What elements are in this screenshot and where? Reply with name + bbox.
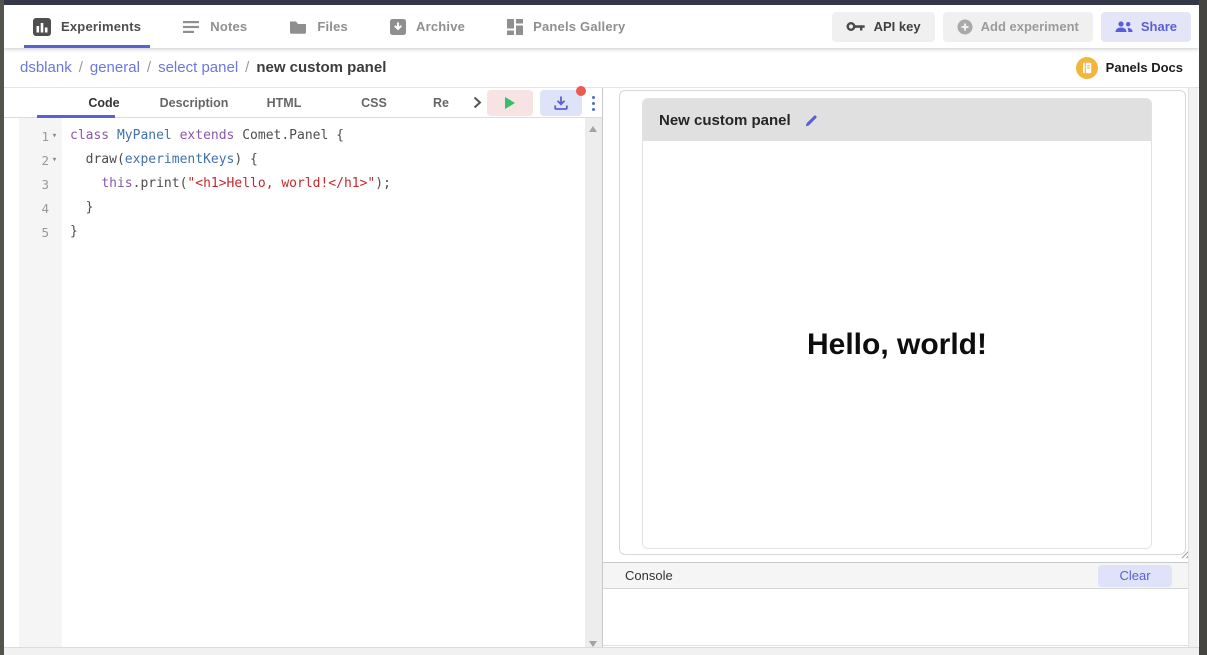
add-experiment-button[interactable]: Add experiment [943,12,1093,42]
line-number: 2 [41,153,49,168]
download-button[interactable] [540,90,582,116]
gutter-row: 5 [19,220,62,244]
more-options-button[interactable] [589,92,598,115]
code-line[interactable]: } [62,196,585,220]
edit-pencil-icon[interactable] [805,114,818,127]
fold-icon[interactable]: ▾ [49,155,60,165]
editor-tab-code[interactable]: Code [59,96,149,110]
editor-pane: Code Description HTML CSS Re [4,88,603,655]
gutter-row: 1 ▾ [19,124,62,148]
people-icon [1115,21,1133,33]
top-navbar: Experiments Notes Files [4,5,1199,48]
code-editor: 1 ▾ 2 ▾ 3 4 [4,118,602,655]
code-text-area[interactable]: class MyPanel extends Comet.Panel { draw… [62,118,585,655]
line-number-gutter: 1 ▾ 2 ▾ 3 4 [19,118,62,655]
code-line[interactable]: this.print("<h1>Hello, world!</h1>"); [62,172,585,196]
scroll-up-icon[interactable] [589,126,597,132]
page-scrollbar-track[interactable] [1188,88,1198,648]
breadcrumb-workspace-link[interactable]: dsblank [20,59,72,76]
panel-output: Hello, world! [643,141,1151,548]
preview-pane: New custom panel Hello, world! C [603,88,1199,655]
custom-panel-card: New custom panel Hello, world! [642,98,1152,549]
tab-experiments[interactable]: Experiments [12,5,162,48]
editor-scrollbar[interactable] [585,118,602,655]
play-icon [505,97,515,109]
editor-tab-description[interactable]: Description [149,96,239,110]
tab-label: Notes [210,19,247,34]
bar-chart-icon [33,18,51,36]
editor-actions [487,90,598,116]
share-label: Share [1141,19,1177,34]
app-content: Experiments Notes Files [4,5,1199,655]
bottom-strip [4,647,1199,655]
line-number: 5 [41,225,49,240]
breadcrumb-separator: / [245,59,249,76]
breadcrumb-project-link[interactable]: general [90,59,140,76]
add-experiment-label: Add experiment [981,19,1079,34]
share-button[interactable]: Share [1101,12,1191,42]
gutter-row: 2 ▾ [19,148,62,172]
line-number: 4 [41,201,49,216]
tabs-scroll-right-button[interactable] [473,96,482,109]
code-line[interactable]: } [62,220,585,244]
download-icon [553,95,569,111]
key-icon [846,20,866,33]
gutter-row: 4 [19,196,62,220]
tab-files[interactable]: Files [268,5,369,48]
console-clear-button[interactable]: Clear [1098,565,1172,587]
tab-notes[interactable]: Notes [162,5,268,48]
panels-docs-button[interactable]: Panels Docs [1076,57,1183,79]
breadcrumb-bar: dsblank / general / select panel / new c… [4,48,1199,88]
app-window: Experiments Notes Files [0,0,1207,655]
hello-world-heading: Hello, world! [807,328,987,362]
tab-archive[interactable]: Archive [369,5,486,48]
line-number: 3 [41,177,49,192]
folder-icon [289,19,307,34]
docs-book-icon [1076,57,1098,79]
nav-tabs: Experiments Notes Files [12,5,647,48]
tab-label: Panels Gallery [533,19,625,34]
fold-icon[interactable]: ▾ [49,131,60,141]
code-line[interactable]: class MyPanel extends Comet.Panel { [62,124,585,148]
console-bar: Console Clear [603,562,1188,589]
editor-tab-resources[interactable]: Re [419,96,463,110]
main-split: Code Description HTML CSS Re [4,88,1199,655]
panel-header: New custom panel [643,99,1151,141]
window-frame-left [0,0,4,655]
notes-icon [183,20,200,34]
window-frame-right [1199,0,1207,655]
chevron-right-icon [473,96,482,109]
nav-actions: API key Add experiment Share [832,12,1191,42]
breadcrumb-separator: / [147,59,151,76]
plus-circle-icon [957,19,973,35]
grid-icon [507,19,523,35]
code-line[interactable]: draw(experimentKeys) { [62,148,585,172]
tab-label: Files [317,19,348,34]
tab-panels-gallery[interactable]: Panels Gallery [486,5,646,48]
console-label: Console [625,568,673,583]
gutter-row: 3 [19,172,62,196]
line-number: 1 [41,129,49,144]
console-output [603,590,1188,646]
tab-label: Archive [416,19,465,34]
panels-docs-label: Panels Docs [1106,60,1183,75]
editor-tab-css[interactable]: CSS [329,96,419,110]
archive-icon [390,19,406,35]
tab-label: Experiments [61,19,141,34]
breadcrumb-panel-link[interactable]: select panel [158,59,238,76]
editor-tab-html[interactable]: HTML [239,96,329,110]
breadcrumb-separator: / [79,59,83,76]
api-key-button[interactable]: API key [832,12,935,42]
api-key-label: API key [874,19,921,34]
breadcrumb-current: new custom panel [256,59,386,76]
run-button[interactable] [487,90,533,116]
preview-container: New custom panel Hello, world! [619,90,1186,555]
panel-title: New custom panel [659,112,791,129]
gutter-margin [4,118,19,655]
notification-dot [576,86,586,96]
window-frame-top [0,0,1207,5]
editor-tabbar: Code Description HTML CSS Re [4,88,602,118]
